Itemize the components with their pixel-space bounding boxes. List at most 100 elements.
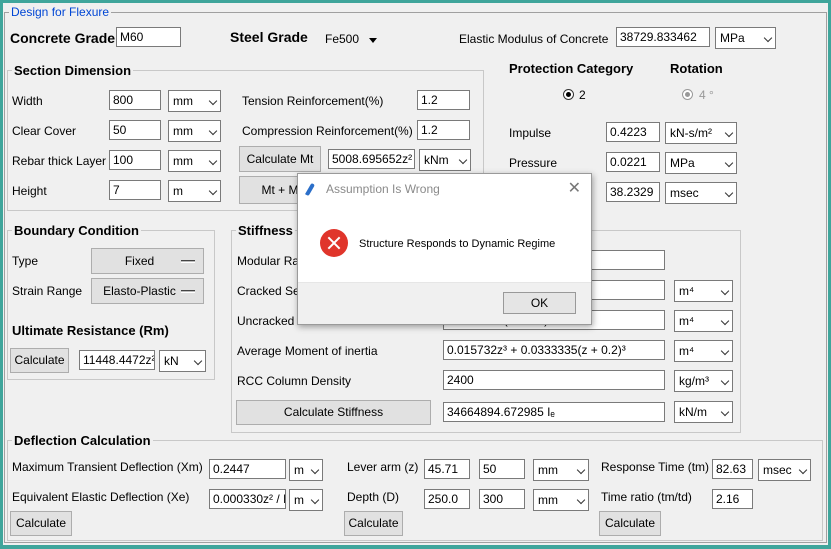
steel-grade-label: Steel Grade bbox=[230, 29, 308, 45]
lever-arm-unit-select[interactable]: mm bbox=[533, 459, 589, 481]
lever-arm-a-input[interactable]: 45.71 bbox=[424, 459, 470, 479]
calculate-response-button[interactable]: Calculate bbox=[599, 511, 661, 536]
max-deflection-unit-select[interactable]: m bbox=[289, 459, 323, 481]
window-title: Design for Flexure bbox=[11, 5, 110, 19]
close-icon[interactable]: ✕ bbox=[568, 180, 581, 196]
rebar-unit-select[interactable]: mm bbox=[168, 150, 221, 172]
calculate-resistance-button[interactable]: Calculate bbox=[10, 348, 69, 373]
modular-ratio-label: Modular Ra bbox=[237, 254, 300, 268]
radio-dot-icon bbox=[685, 92, 690, 97]
eq-deflection-input[interactable]: 0.000330z² / Iₑ bbox=[209, 489, 286, 509]
ultimate-resistance-title: Ultimate Resistance (Rm) bbox=[12, 323, 169, 338]
eq-deflection-unit-select[interactable]: m bbox=[289, 489, 323, 511]
section-dimension-title: Section Dimension bbox=[14, 63, 132, 78]
elastic-modulus-unit-select[interactable]: MPa bbox=[715, 27, 776, 49]
time-ratio-input[interactable]: 2.16 bbox=[712, 489, 753, 509]
max-deflection-input[interactable]: 0.2447 bbox=[209, 459, 286, 479]
depth-unit-select[interactable]: mm bbox=[533, 489, 589, 511]
average-moment-unit: m⁴ bbox=[679, 344, 695, 358]
duration-input[interactable]: 38.2329 bbox=[606, 182, 660, 202]
resistance-output: 11448.4472z² bbox=[79, 350, 155, 370]
type-label: Type bbox=[12, 254, 39, 268]
clear-cover-label: Clear Cover bbox=[12, 124, 77, 138]
calculate-mt-button[interactable]: Calculate Mt bbox=[239, 146, 321, 172]
elastic-modulus-input[interactable]: 38729.833462 bbox=[616, 27, 710, 47]
chevron-down-icon bbox=[720, 376, 730, 386]
type-dropdown[interactable]: Fixed bbox=[91, 248, 204, 274]
width-input[interactable]: 800 bbox=[109, 90, 161, 110]
dialog-message: Structure Responds to Dynamic Regime bbox=[359, 238, 556, 250]
pressure-input[interactable]: 0.0221 bbox=[606, 152, 660, 172]
rcc-density-label: RCC Column Density bbox=[237, 374, 352, 388]
mt-unit-select[interactable]: kNm bbox=[419, 149, 471, 171]
steel-grade-value: Fe500 bbox=[325, 32, 360, 46]
height-unit-select[interactable]: m bbox=[168, 180, 221, 202]
calculate-lever-button[interactable]: Calculate bbox=[344, 511, 403, 536]
response-time-input[interactable]: 82.63 bbox=[712, 459, 753, 479]
rotation-title: Rotation bbox=[670, 61, 723, 76]
clear-cover-input[interactable]: 50 bbox=[109, 120, 161, 140]
chevron-down-icon bbox=[720, 346, 730, 356]
response-time-unit: msec bbox=[763, 463, 792, 477]
impulse-unit: kN-s/m² bbox=[670, 126, 712, 140]
response-time-label: Response Time (tm) bbox=[601, 460, 710, 474]
chevron-down-icon bbox=[310, 495, 320, 505]
chevron-down-icon bbox=[763, 33, 773, 43]
uncracked-unit-select[interactable]: m⁴ bbox=[674, 310, 733, 332]
uncracked-unit: m⁴ bbox=[679, 314, 695, 328]
height-input[interactable]: 7 bbox=[109, 180, 161, 200]
depth-unit: mm bbox=[538, 493, 558, 507]
density-unit-select[interactable]: kg/m³ bbox=[674, 370, 733, 392]
max-deflection-unit: m bbox=[294, 463, 304, 477]
response-time-unit-select[interactable]: msec bbox=[758, 459, 811, 481]
mt-unit: kNm bbox=[424, 153, 449, 167]
rebar-thick-layer-input[interactable]: 100 bbox=[109, 150, 161, 170]
feather-icon bbox=[305, 182, 315, 197]
calculate-deflection-button[interactable]: Calculate bbox=[10, 511, 72, 536]
rcc-density-input[interactable]: 2400 bbox=[443, 370, 665, 390]
rotation-value: 4 ° bbox=[699, 88, 714, 102]
lever-arm-unit: mm bbox=[538, 463, 558, 477]
strain-range-value: Elasto-Plastic bbox=[103, 284, 176, 298]
chevron-down-icon bbox=[208, 96, 218, 106]
stiffness-unit-select[interactable]: kN/m bbox=[674, 401, 733, 423]
depth-a-input[interactable]: 250.0 bbox=[424, 489, 470, 509]
duration-unit-select[interactable]: msec bbox=[665, 182, 737, 204]
lever-arm-b-input[interactable]: 50 bbox=[479, 459, 525, 479]
rebar-thick-layer-label: Rebar thick Layer bbox=[12, 154, 107, 168]
impulse-input[interactable]: 0.4223 bbox=[606, 122, 660, 142]
strain-range-label: Strain Range bbox=[12, 284, 83, 298]
chevron-down-icon bbox=[208, 126, 218, 136]
protection-category-radio[interactable] bbox=[563, 89, 574, 100]
chevron-down-icon bbox=[193, 356, 203, 366]
concrete-grade-input[interactable]: M60 bbox=[116, 27, 181, 47]
average-moment-unit-select[interactable]: m⁴ bbox=[674, 340, 733, 362]
impulse-unit-select[interactable]: kN-s/m² bbox=[665, 122, 737, 144]
depth-label: Depth (D) bbox=[347, 490, 400, 504]
chevron-down-icon bbox=[369, 38, 377, 43]
resistance-unit-select[interactable]: kN bbox=[159, 350, 206, 372]
calculate-stiffness-button[interactable]: Calculate Stiffness bbox=[236, 400, 431, 425]
dialog-titlebar: Assumption Is Wrong ✕ bbox=[298, 174, 591, 204]
average-moment-label: Average Moment of inertia bbox=[237, 344, 378, 358]
dialog-footer: OK bbox=[298, 282, 591, 324]
chevron-down-icon bbox=[208, 186, 218, 196]
rotation-radio[interactable] bbox=[682, 89, 693, 100]
chevron-down-icon bbox=[724, 188, 734, 198]
tension-reinforcement-input[interactable]: 1.2 bbox=[417, 90, 470, 110]
strain-range-dropdown[interactable]: Elasto-Plastic bbox=[91, 278, 204, 304]
steel-grade-select[interactable]: Fe500 bbox=[321, 29, 379, 51]
mt-output: 5008.695652z² bbox=[328, 149, 415, 169]
density-unit: kg/m³ bbox=[679, 374, 709, 388]
average-moment-input[interactable]: 0.015732z³ + 0.0333335(z + 0.2)³ bbox=[443, 340, 665, 360]
compression-reinforcement-input[interactable]: 1.2 bbox=[417, 120, 470, 140]
width-unit-select[interactable]: mm bbox=[168, 90, 221, 112]
ok-button[interactable]: OK bbox=[503, 292, 576, 314]
depth-b-input[interactable]: 300 bbox=[479, 489, 525, 509]
cracked-unit-select[interactable]: m⁴ bbox=[674, 280, 733, 302]
clear-cover-unit-select[interactable]: mm bbox=[168, 120, 221, 142]
pressure-unit-select[interactable]: MPa bbox=[665, 152, 737, 174]
chevron-down-icon bbox=[576, 495, 586, 505]
rebar-unit: mm bbox=[173, 154, 193, 168]
chevron-down-icon bbox=[458, 155, 468, 165]
